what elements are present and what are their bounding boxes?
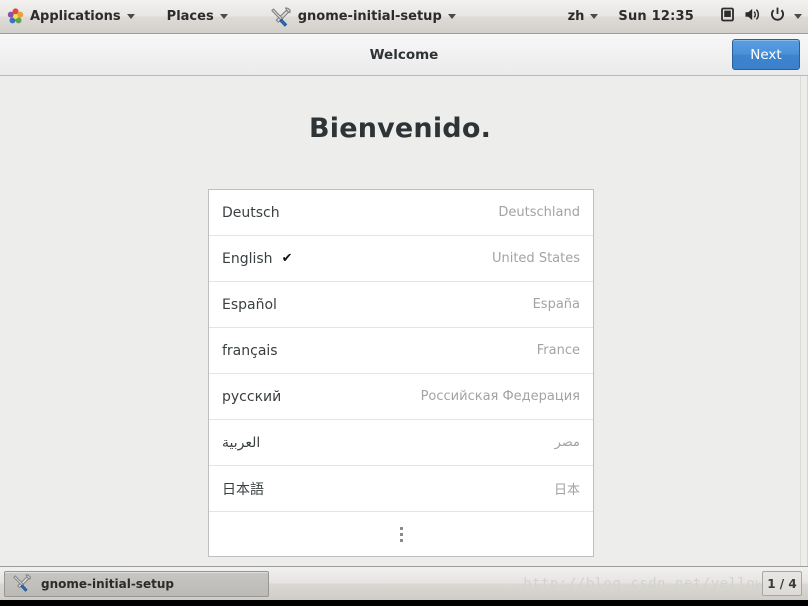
show-more-languages-row[interactable] [209, 512, 593, 556]
screen-bottom-edge [0, 600, 808, 606]
more-vertical-icon [399, 526, 403, 542]
list-item[interactable]: العربية مصر [209, 420, 593, 466]
list-item[interactable]: 日本語 日本 [209, 466, 593, 512]
clock-menu[interactable]: Sun 12:35 [611, 0, 701, 33]
wrench-screwdriver-icon [12, 573, 34, 594]
desktop-screen: Applications Places gnome-initial-setup … [0, 0, 808, 606]
chevron-down-icon [219, 14, 228, 19]
language-list: Deutsch Deutschland English ✔ United Sta… [208, 189, 594, 557]
places-menu[interactable]: Places [160, 0, 235, 33]
language-name: English ✔ [222, 250, 293, 267]
list-item[interactable]: Deutsch Deutschland [209, 190, 593, 236]
vertical-scrollbar[interactable] [800, 76, 807, 566]
display-icon[interactable] [720, 7, 735, 26]
language-region: Российская Федерация [420, 389, 580, 404]
welcome-heading: Bienvenido. [308, 113, 492, 144]
taskbar: gnome-initial-setup http://blog.csdn.net… [0, 566, 808, 600]
window-menu[interactable]: gnome-initial-setup [263, 0, 463, 33]
language-name: 日本語 [222, 481, 264, 498]
places-menu-label: Places [166, 9, 214, 24]
page-title: Welcome [369, 46, 439, 63]
language-region: España [532, 297, 580, 312]
workspace-indicator[interactable]: 1 / 4 [762, 571, 802, 596]
chevron-down-icon [590, 14, 599, 19]
clock-label: Sun 12:35 [618, 9, 694, 24]
fedora-pinwheel-icon [7, 8, 24, 25]
list-item[interactable]: русский Российская Федерация [209, 374, 593, 420]
chevron-down-icon [794, 14, 802, 19]
speaker-icon[interactable] [744, 7, 761, 26]
system-status-menu[interactable] [713, 0, 808, 33]
list-item[interactable]: Español España [209, 282, 593, 328]
top-panel: Applications Places gnome-initial-setup … [0, 0, 808, 34]
app-header-bar: Welcome Next [0, 34, 808, 76]
window-menu-label: gnome-initial-setup [297, 9, 442, 24]
applications-menu[interactable]: Applications [0, 0, 142, 33]
language-name: العربية [222, 434, 261, 451]
language-name: русский [222, 388, 282, 405]
language-name: français [222, 342, 278, 359]
language-name: Español [222, 296, 277, 313]
input-source-menu[interactable]: zh [561, 0, 606, 33]
wrench-screwdriver-icon [270, 6, 292, 27]
main-content: Bienvenido. Deutsch Deutschland English … [0, 76, 808, 566]
language-name: Deutsch [222, 204, 280, 221]
language-region: United States [491, 251, 580, 266]
list-item[interactable]: English ✔ United States [209, 236, 593, 282]
language-region: France [536, 343, 580, 358]
language-region: Deutschland [498, 205, 580, 220]
taskbar-window-button[interactable]: gnome-initial-setup [4, 570, 269, 597]
power-icon[interactable] [770, 7, 785, 26]
taskbar-window-label: gnome-initial-setup [41, 576, 174, 591]
language-region: مصر [554, 435, 580, 450]
chevron-down-icon [447, 14, 456, 19]
applications-menu-label: Applications [30, 9, 121, 24]
next-button[interactable]: Next [732, 39, 800, 70]
list-item[interactable]: français France [209, 328, 593, 374]
chevron-down-icon [126, 14, 135, 19]
language-region: 日本 [553, 483, 580, 498]
check-icon: ✔ [281, 251, 293, 266]
input-source-label: zh [567, 9, 585, 24]
